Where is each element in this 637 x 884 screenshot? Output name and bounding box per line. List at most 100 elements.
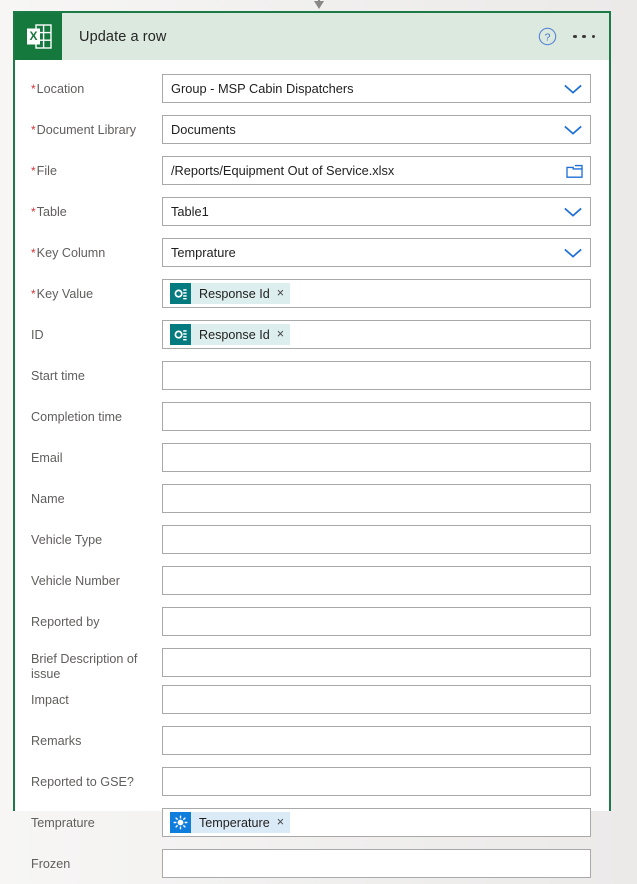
dynamic-content-token[interactable]: Response Id × (170, 283, 291, 304)
field-input[interactable] (162, 361, 591, 390)
form-row: *Location Group - MSP Cabin Dispatchers (15, 74, 609, 109)
field-value: Documents (171, 122, 236, 137)
form-row: Reported to GSE? (15, 767, 609, 802)
token-body: Response Id × (191, 283, 291, 304)
field-label: *Location (31, 74, 162, 97)
field-label-text: Remarks (31, 734, 82, 748)
form-row: *File/Reports/Equipment Out of Service.x… (15, 156, 609, 191)
form-row: Completion time (15, 402, 609, 437)
field-label: *File (31, 156, 162, 179)
chevron-down-icon[interactable] (563, 206, 583, 218)
dynamic-content-token[interactable]: Response Id × (170, 324, 291, 345)
chevron-down-icon[interactable] (563, 83, 583, 95)
required-asterisk: * (31, 82, 36, 96)
field-label-text: File (36, 164, 57, 178)
field-input[interactable]: Documents (162, 115, 591, 144)
field-input[interactable]: Response Id × (162, 279, 591, 308)
svg-text:X: X (29, 29, 37, 43)
card-body: *Location Group - MSP Cabin Dispatchers * D… (15, 60, 609, 884)
form-row: Vehicle Number (15, 566, 609, 601)
card-header: X Update a row ? (15, 13, 609, 60)
token-remove-icon[interactable]: × (277, 287, 284, 300)
field-label: *Table (31, 197, 162, 220)
form-row: Start time (15, 361, 609, 396)
field-label: Email (31, 443, 162, 466)
chevron-down-icon[interactable] (563, 247, 583, 259)
form-row: Brief Description of issue (15, 648, 609, 683)
update-a-row-action-card: X Update a row ? *Location Group - MSP Ca… (13, 11, 611, 878)
page-title: Update a row (79, 28, 167, 45)
field-label-text: Completion time (31, 410, 122, 424)
more-options-icon[interactable] (571, 27, 597, 47)
field-label-text: Table (36, 205, 67, 219)
dropdown-toggle[interactable] (563, 124, 583, 136)
field-label: *Key Column (31, 238, 162, 261)
field-label-text: Email (31, 451, 63, 465)
file-browse-button[interactable] (566, 163, 583, 178)
field-input[interactable]: Temprature (162, 238, 591, 267)
token-label: Response Id (199, 286, 270, 301)
form-row: Reported by (15, 607, 609, 642)
field-label: Reported to GSE? (31, 767, 162, 790)
field-input[interactable]: Table1 (162, 197, 591, 226)
required-asterisk: * (31, 205, 36, 219)
form-row: Impact (15, 685, 609, 720)
token-remove-icon[interactable]: × (277, 328, 284, 341)
dropdown-toggle[interactable] (563, 247, 583, 259)
token-remove-icon[interactable]: × (277, 816, 284, 829)
field-input[interactable] (162, 525, 591, 554)
field-label-text: Vehicle Number (31, 574, 120, 588)
field-label-text: Document Library (36, 123, 137, 137)
field-input[interactable] (162, 726, 591, 755)
field-value: Group - MSP Cabin Dispatchers (171, 81, 354, 96)
dropdown-toggle[interactable] (563, 206, 583, 218)
arrow-down-icon (314, 0, 324, 9)
form-row: Remarks (15, 726, 609, 761)
field-label: Completion time (31, 402, 162, 425)
field-input[interactable] (162, 566, 591, 595)
field-input[interactable] (162, 849, 591, 878)
form-row: Name (15, 484, 609, 519)
field-value: /Reports/Equipment Out of Service.xlsx (171, 163, 395, 178)
field-input[interactable]: Group - MSP Cabin Dispatchers (162, 74, 591, 103)
form-row: *Table Table1 (15, 197, 609, 232)
header-actions: ? (538, 13, 597, 60)
field-label: Name (31, 484, 162, 507)
field-input[interactable] (162, 484, 591, 513)
field-label: Vehicle Number (31, 566, 162, 589)
field-input[interactable] (162, 685, 591, 714)
form-row: Frozen (15, 849, 609, 884)
field-label: Start time (31, 361, 162, 384)
field-label: Vehicle Type (31, 525, 162, 548)
dynamic-content-token[interactable]: Temperature × (170, 812, 291, 833)
field-input[interactable] (162, 402, 591, 431)
field-label-text: Reported by (31, 615, 100, 629)
field-label: Remarks (31, 726, 162, 749)
token-label: Response Id (199, 327, 270, 342)
variable-burst-icon (170, 812, 191, 833)
field-input[interactable] (162, 767, 591, 796)
field-label: *Key Value (31, 279, 162, 302)
microsoft-forms-icon (170, 324, 191, 345)
field-value: Temprature (171, 245, 236, 260)
field-input[interactable] (162, 607, 591, 636)
form-row: ID Response Id × (15, 320, 609, 355)
field-label-text: Brief Description of issue (31, 652, 138, 681)
field-input[interactable] (162, 443, 591, 472)
field-label-text: Vehicle Type (31, 533, 103, 547)
dropdown-toggle[interactable] (563, 83, 583, 95)
field-label: Impact (31, 685, 162, 708)
token-body: Temperature × (191, 812, 291, 833)
field-label-text: Temprature (31, 816, 95, 830)
field-label: ID (31, 320, 162, 343)
field-input[interactable] (162, 648, 591, 677)
field-value: Table1 (171, 204, 209, 219)
required-asterisk: * (31, 246, 36, 260)
help-circle-icon[interactable]: ? (538, 27, 557, 46)
field-input[interactable]: /Reports/Equipment Out of Service.xlsx (162, 156, 591, 185)
field-input[interactable]: Temperature × (162, 808, 591, 837)
folder-icon[interactable] (566, 163, 583, 178)
chevron-down-icon[interactable] (563, 124, 583, 136)
field-input[interactable]: Response Id × (162, 320, 591, 349)
field-label-text: Reported to GSE? (31, 775, 134, 789)
